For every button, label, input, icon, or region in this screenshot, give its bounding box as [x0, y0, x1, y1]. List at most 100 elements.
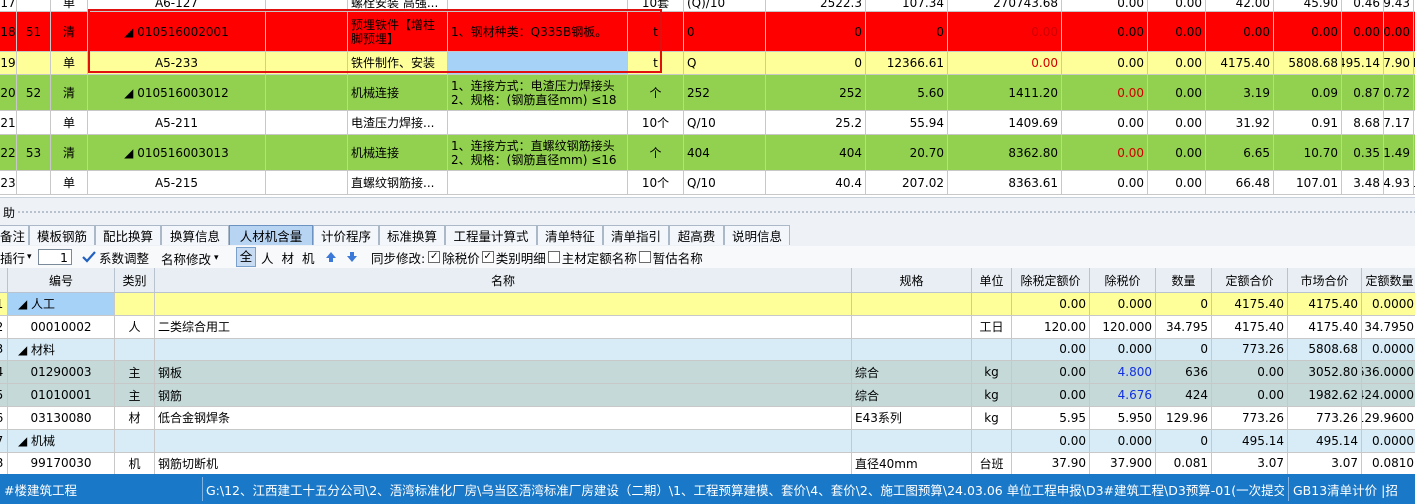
table-cell[interactable]: 21 — [0, 111, 17, 135]
table-cell[interactable]: 0.00 — [1342, 12, 1384, 52]
table-cell[interactable]: 电渣压力焊接... — [348, 111, 448, 135]
table-cell[interactable] — [266, 52, 348, 75]
table-cell[interactable]: 0.00 — [1148, 52, 1206, 75]
table-cell[interactable]: 8.68 — [1342, 111, 1384, 135]
table-cell[interactable] — [852, 315, 972, 339]
table-cell[interactable] — [852, 293, 972, 316]
table-cell[interactable]: ◢ 人工 — [8, 293, 115, 316]
table-cell[interactable]: 19 — [0, 52, 17, 75]
table-cell[interactable]: 129.9600 — [1362, 407, 1415, 430]
table-cell[interactable]: 0.00 — [1062, 0, 1148, 12]
table-cell[interactable]: 00010002 — [8, 315, 115, 339]
tab-5[interactable]: 计价程序 — [313, 225, 379, 245]
table-cell[interactable]: 0.91 — [1274, 111, 1342, 135]
table-cell[interactable]: 0.00 — [1012, 361, 1090, 385]
table-cell[interactable]: 0.00 — [1212, 384, 1288, 407]
table-cell[interactable]: 0.00 — [1012, 338, 1090, 362]
table-cell[interactable]: 40.4 — [766, 171, 866, 195]
table-cell[interactable]: 综合 — [852, 384, 972, 407]
filter-all-button[interactable]: 全 — [236, 247, 256, 267]
table-cell[interactable]: t — [628, 12, 684, 52]
table-cell[interactable]: 10个 — [628, 111, 684, 135]
table-row[interactable]: 2 00010002 人 二类综合用工 工日 120.00 120.000 34.795 417… — [0, 315, 1415, 339]
table-row[interactable]: 20 52 清 ◢ 010516003012 机械连接 1、连接方式：电渣压力焊接头 2、… — [0, 75, 1415, 111]
table-cell[interactable]: 0 — [766, 12, 866, 52]
table-cell[interactable]: 二类综合用工 — [155, 315, 852, 339]
table-cell[interactable] — [448, 111, 628, 135]
chk-main-checkbox[interactable] — [547, 251, 560, 263]
table-cell[interactable]: 1、钢材种类：Q335B钢板。 — [448, 12, 628, 52]
table-cell[interactable]: 42.00 — [1206, 0, 1274, 12]
insert-row-button[interactable]: 插行 ▾ — [0, 246, 34, 268]
table-cell[interactable]: 20.70 — [866, 135, 948, 171]
table-cell[interactable]: 低合金钢焊条 — [155, 407, 852, 430]
splitter-grip[interactable] — [18, 211, 1415, 213]
table-cell[interactable]: 综合 — [852, 361, 972, 385]
table-cell[interactable]: 53 — [17, 135, 51, 171]
table-cell[interactable]: 17 — [0, 0, 17, 12]
table-cell[interactable]: 0.00 — [1012, 293, 1090, 316]
table-cell[interactable]: 107.34 — [866, 0, 948, 12]
table-cell[interactable]: 机械连接 — [348, 135, 448, 171]
table-cell[interactable]: 0.00 — [1148, 171, 1206, 195]
table-cell[interactable]: 5 — [0, 384, 8, 407]
table-cell[interactable]: 37.90 — [1012, 452, 1090, 474]
table-cell[interactable]: 0.00 — [1062, 135, 1148, 171]
table-cell[interactable]: 5.95 — [1012, 407, 1090, 430]
tab-3[interactable]: 换算信息 — [161, 225, 229, 245]
table-cell[interactable]: 清 — [51, 12, 88, 52]
table-cell[interactable] — [115, 293, 155, 316]
table-cell[interactable]: 工日 — [972, 315, 1012, 339]
table-cell[interactable]: 0.081 — [1156, 452, 1212, 474]
table-cell[interactable] — [448, 52, 628, 75]
table-cell[interactable]: kg — [972, 361, 1012, 385]
tab-4[interactable]: 人材机含量 — [229, 225, 313, 245]
table-cell[interactable]: 0 — [1156, 429, 1212, 453]
column-header[interactable]: 单位 — [972, 268, 1012, 293]
filter-material-button[interactable]: 材 — [282, 248, 295, 267]
table-cell[interactable]: ◢ 010516003013 — [88, 135, 266, 171]
table-cell[interactable]: 51 — [17, 12, 51, 52]
table-cell[interactable]: 12366.61 — [866, 52, 948, 75]
table-cell[interactable]: ◢ 机械 — [8, 429, 115, 453]
table-cell[interactable]: 1、连接方式：电渣压力焊接头 2、规格：(钢筋直径mm) ≤18 — [448, 75, 628, 111]
table-cell[interactable]: 0.0000 — [1362, 339, 1415, 362]
table-row[interactable]: 19 单 A5-233 铁件制作、安装 t Q 0 12366.61 0.00 0.00 0.00 4… — [0, 52, 1415, 75]
table-cell[interactable]: 1.49 — [1384, 135, 1414, 171]
table-cell[interactable]: 0.00 — [1062, 75, 1148, 111]
table-cell[interactable]: 铁件制作、安装 — [348, 52, 448, 75]
table-cell[interactable]: 钢筋 — [155, 384, 852, 407]
table-cell[interactable]: 6 — [0, 407, 8, 430]
table-cell[interactable]: 0.00 — [1206, 12, 1274, 52]
column-header[interactable]: 定额合价 — [1212, 268, 1288, 293]
table-cell[interactable]: 钢筋切断机 — [155, 452, 852, 474]
column-header[interactable]: 数量 — [1156, 268, 1212, 293]
table-cell[interactable]: Q/10 — [684, 111, 766, 135]
column-header[interactable]: 编号 — [8, 268, 115, 293]
table-cell[interactable]: 主 — [115, 384, 155, 407]
table-row[interactable]: 22 53 清 ◢ 010516003013 机械连接 1、连接方式：直螺纹钢筋接头 2、… — [0, 135, 1415, 171]
table-cell[interactable]: kg — [972, 407, 1012, 430]
table-cell[interactable] — [266, 171, 348, 195]
table-cell[interactable]: 10个 — [628, 171, 684, 195]
table-cell[interactable]: 18 — [0, 12, 17, 52]
table-cell[interactable]: 清 — [51, 135, 88, 171]
table-cell[interactable]: 0.00 — [948, 12, 1062, 52]
table-cell[interactable]: 0 — [1156, 293, 1212, 316]
column-header[interactable]: 除税定额价 — [1012, 268, 1090, 293]
table-cell[interactable]: 0.00 — [1148, 12, 1206, 52]
table-cell[interactable]: 4.800 — [1090, 361, 1156, 385]
table-cell[interactable]: 14.93 — [1384, 171, 1414, 195]
table-cell[interactable]: 8362.80 — [948, 135, 1062, 171]
panel-splitter[interactable]: 助 — [0, 197, 1415, 225]
table-cell[interactable]: A5-233 — [88, 52, 266, 75]
table-cell[interactable]: 270743.68 — [948, 0, 1062, 12]
column-header[interactable]: 规格 — [852, 268, 972, 293]
table-cell[interactable] — [155, 293, 852, 316]
table-cell[interactable]: 3.48 — [1342, 171, 1384, 195]
table-cell[interactable]: 4175.40 — [1212, 293, 1288, 316]
tab-7[interactable]: 工程量计算式 — [445, 225, 537, 245]
table-cell[interactable] — [17, 0, 51, 12]
table-cell[interactable]: 0 — [1156, 338, 1212, 362]
table-cell[interactable]: 773.26 — [1212, 407, 1288, 430]
